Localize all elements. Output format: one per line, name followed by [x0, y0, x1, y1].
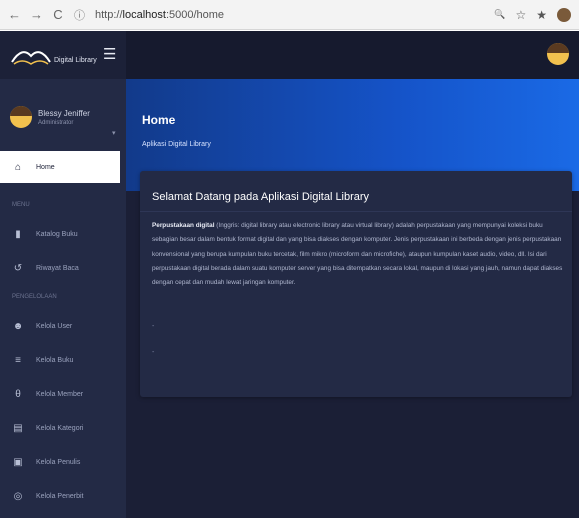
back-button[interactable]: ← [8, 8, 21, 21]
sidebar-item-kelola-member[interactable]: θ Kelola Member [0, 377, 126, 411]
page-subtitle: Aplikasi Digital Library [142, 141, 211, 148]
sidebar-item-home[interactable]: ⌂ Home [0, 151, 120, 183]
card-body: Perpustakaan digital (Inggris: digital l… [152, 219, 564, 290]
zoom-icon[interactable]: 🔍 [494, 9, 505, 20]
card-lead-term: Perpustakaan digital [152, 222, 215, 229]
book-icon: ▮ [15, 228, 21, 240]
sidebar-item-label: Kelola Buku [36, 356, 74, 364]
sidebar: Digital Library ☰ Blessy Jeniffer Admini… [0, 31, 126, 518]
sidebar-item-kelola-penerbit[interactable]: ◎ Kelola Penerbit [0, 479, 126, 513]
sidebar-item-kelola-kategori[interactable]: ▤ Kelola Kategori [0, 411, 126, 445]
brand-name: Digital Library [54, 56, 97, 64]
open-book-logo-icon [11, 51, 51, 65]
user-caret-icon[interactable]: ▾ [112, 129, 116, 137]
forward-button[interactable]: → [30, 8, 43, 21]
browser-profile-avatar[interactable] [557, 7, 571, 22]
browser-actions: 🔍 ☆ ★ [494, 7, 571, 22]
sidebar-item-kelola-penulis[interactable]: ▣ Kelola Penulis [0, 445, 126, 479]
sidebar-item-kelola-user[interactable]: ☻ Kelola User [0, 309, 126, 343]
star-icon[interactable]: ☆ [515, 8, 526, 22]
sidebar-item-label: Katalog Buku [36, 230, 78, 238]
sidebar-item-katalog-buku[interactable]: ▮ Katalog Buku [0, 217, 126, 251]
database-icon: ≡ [15, 354, 21, 366]
user-info: Blessy Jeniffer Administrator [38, 109, 90, 126]
card-divider [140, 211, 572, 212]
section-label-pengelolaan: PENGELOLAAN [12, 294, 57, 300]
url-host: localhost [122, 8, 166, 21]
sidebar-item-label: Home [36, 163, 55, 171]
sidebar-item-label: Kelola Member [36, 390, 84, 398]
top-navbar [126, 31, 579, 79]
card-bullet-2: - [152, 349, 155, 356]
home-icon: ⌂ [14, 161, 22, 173]
address-bar[interactable]: http://localhost:5000/home [95, 9, 484, 21]
history-icon: ↺ [13, 262, 23, 274]
user-role: Administrator [38, 119, 74, 126]
author-icon: ▣ [13, 456, 23, 468]
sidebar-item-label: Kelola User [36, 322, 73, 330]
member-icon: θ [15, 388, 21, 400]
site-info-icon[interactable]: ⓘ [74, 7, 85, 23]
sidebar-item-kelola-buku[interactable]: ≡ Kelola Buku [0, 343, 126, 377]
publisher-icon: ◎ [13, 490, 23, 502]
welcome-card: Selamat Datang pada Aplikasi Digital Lib… [140, 171, 572, 397]
section-label-menu: MENU [12, 202, 30, 208]
navbar-user-avatar[interactable] [547, 43, 569, 65]
card-bullet-1: - [152, 323, 155, 330]
users-icon: ☻ [12, 320, 24, 332]
sidebar-item-label: Riwayat Baca [36, 264, 79, 272]
category-icon: ▤ [13, 422, 23, 434]
sidebar-item-label: Kelola Kategori [36, 424, 84, 432]
card-body-text: (Inggris: digital library atau electroni… [152, 222, 563, 287]
sidebar-item-label: Kelola Penerbit [36, 492, 84, 500]
user-panel[interactable]: Blessy Jeniffer Administrator [0, 91, 126, 143]
app-root: Digital Library ☰ Blessy Jeniffer Admini… [0, 31, 579, 518]
url-path: :5000/home [165, 8, 225, 21]
extension-icon[interactable]: ★ [536, 8, 547, 22]
user-name: Blessy Jeniffer [38, 108, 90, 118]
card-title: Selamat Datang pada Aplikasi Digital Lib… [152, 191, 370, 203]
user-avatar [10, 106, 32, 128]
hamburger-menu-icon[interactable]: ☰ [103, 45, 116, 63]
page-title: Home [142, 113, 176, 127]
sidebar-item-riwayat-baca[interactable]: ↺ Riwayat Baca [0, 251, 126, 285]
sidebar-item-label: Kelola Penulis [36, 458, 81, 466]
reload-button[interactable]: C [52, 8, 64, 21]
browser-toolbar: ← → C ⓘ http://localhost:5000/home 🔍 ☆ ★ [0, 0, 579, 30]
url-prefix: http:// [95, 8, 123, 21]
